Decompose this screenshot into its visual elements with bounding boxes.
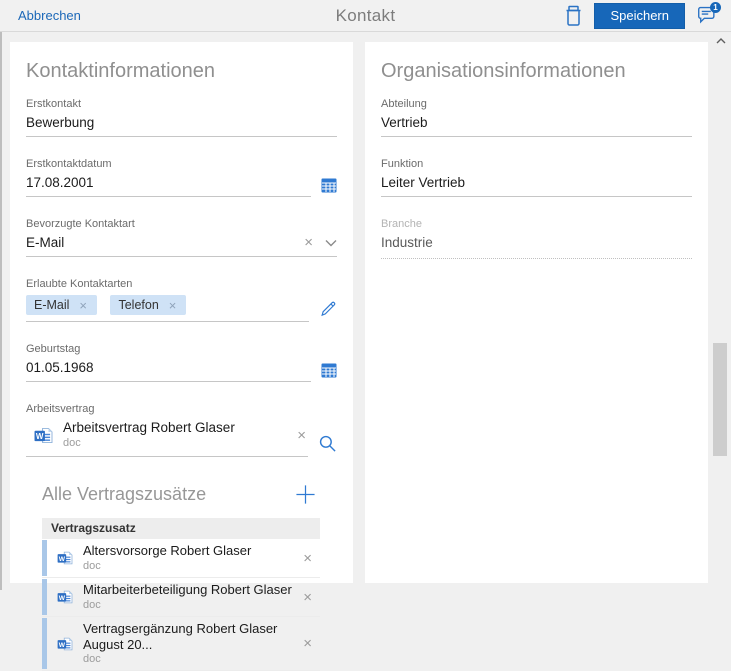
word-doc-icon: W	[57, 637, 73, 651]
field-value: 17.08.2001	[26, 175, 94, 190]
notification-badge: 1	[710, 2, 721, 13]
field-label: Branche	[381, 218, 422, 230]
table-row[interactable]: W Altersvorsorge Robert Glaser doc ×	[42, 539, 320, 579]
chip-remove-icon[interactable]: ×	[167, 299, 179, 312]
scroll-up-icon[interactable]	[716, 38, 726, 44]
cancel-button[interactable]: Abbrechen	[18, 8, 81, 23]
table-row[interactable]: W Mitarbeiterbeteiligung Robert Glaser d…	[42, 578, 320, 617]
top-bar: Abbrechen Kontakt Speichern 1	[0, 0, 731, 32]
row-type: doc	[83, 559, 101, 572]
field-value: Bewerbung	[26, 115, 95, 130]
branche-readonly-field: Industrie	[381, 233, 692, 259]
calendar-icon[interactable]	[321, 178, 337, 197]
field-value: Vertrieb	[381, 115, 428, 130]
field-arbeitsvertrag: Arbeitsvertrag W Arbeitsvertrag Robert G…	[26, 403, 337, 458]
field-label: Erstkontakt	[26, 98, 82, 110]
field-label: Erlaubte Kontaktarten	[26, 278, 133, 290]
row-title: Vertragsergänzung Robert Glaser August 2…	[83, 620, 278, 652]
field-abteilung: Abteilung Vertrieb	[381, 98, 692, 137]
table-row[interactable]: W Vertragsergänzung Robert Glaser August…	[42, 617, 320, 671]
erstkontaktdatum-input[interactable]: 17.08.2001	[26, 173, 311, 197]
vertragszusaetze-title: Alle Vertragszusätze	[42, 484, 207, 505]
field-funktion: Funktion Leiter Vertrieb	[381, 158, 692, 197]
scrollbar-thumb[interactable]	[713, 343, 727, 456]
word-doc-icon: W	[57, 551, 73, 565]
contact-info-panel: Kontaktinformationen Erstkontakt Bewerbu…	[10, 42, 353, 671]
field-label: Abteilung	[381, 98, 427, 110]
field-value: 01.05.1968	[26, 360, 94, 375]
field-erstkontaktdatum: Erstkontaktdatum 17.08.2001	[26, 158, 337, 197]
field-value: Leiter Vertrieb	[381, 175, 466, 190]
chip-remove-icon[interactable]: ×	[77, 299, 89, 312]
trash-icon[interactable]	[564, 5, 583, 26]
svg-text:W: W	[59, 595, 66, 602]
remove-row-icon[interactable]: ×	[301, 590, 314, 605]
field-erstkontakt: Erstkontakt Bewerbung	[26, 98, 337, 137]
erlaubte-kontaktarten-field[interactable]: E-Mail × Telefon ×	[26, 293, 309, 322]
remove-attachment-icon[interactable]: ×	[295, 428, 308, 443]
save-button[interactable]: Speichern	[594, 2, 685, 29]
field-label: Erstkontaktdatum	[26, 158, 112, 170]
field-value: Industrie	[381, 235, 433, 250]
row-type: doc	[83, 653, 101, 666]
contact-section-title: Kontaktinformationen	[26, 60, 216, 82]
topbar-actions: Speichern 1	[564, 2, 721, 29]
attachment-type: doc	[63, 437, 81, 450]
vertragszusaetze-section: Alle Vertragszusätze Vertragszusatz W Al…	[42, 484, 337, 671]
organisation-info-panel: Organisationsinformationen Abteilung Ver…	[365, 42, 708, 583]
clear-icon[interactable]: ×	[302, 235, 315, 250]
field-label: Arbeitsvertrag	[26, 403, 95, 415]
table-column-header: Vertragszusatz	[42, 518, 320, 540]
chip-label: E-Mail	[34, 298, 70, 312]
row-type: doc	[83, 598, 101, 611]
field-label: Funktion	[381, 158, 424, 170]
svg-text:W: W	[59, 556, 66, 563]
erstkontakt-input[interactable]: Bewerbung	[26, 113, 337, 137]
field-branche: Branche Industrie	[381, 218, 692, 259]
chip-label: Telefon	[118, 298, 159, 312]
search-icon[interactable]	[318, 434, 337, 457]
scrollbar-track[interactable]	[710, 33, 731, 590]
remove-row-icon[interactable]: ×	[301, 636, 314, 651]
attachment-title: Arbeitsvertrag Robert Glaser	[63, 420, 235, 435]
field-erlaubte-kontaktarten: Erlaubte Kontaktarten E-Mail × Telefon ×	[26, 278, 337, 322]
field-value: E-Mail	[26, 235, 65, 250]
window-edge	[0, 0, 2, 590]
field-geburtstag: Geburtstag 01.05.1968	[26, 343, 337, 382]
row-title: Altersvorsorge Robert Glaser	[83, 543, 252, 559]
svg-text:W: W	[59, 641, 66, 648]
field-bevorzugte-kontaktart: Bevorzugte Kontaktart E-Mail ×	[26, 218, 337, 257]
calendar-icon[interactable]	[321, 363, 337, 382]
field-label: Geburtstag	[26, 343, 81, 355]
geburtstag-input[interactable]: 01.05.1968	[26, 358, 311, 382]
remove-row-icon[interactable]: ×	[301, 551, 314, 566]
field-label: Bevorzugte Kontaktart	[26, 218, 135, 230]
svg-text:W: W	[36, 432, 44, 441]
vertragszusatz-table: Vertragszusatz W Altersvorsorge Robert G…	[42, 518, 320, 671]
word-doc-icon: W	[34, 427, 53, 444]
arbeitsvertrag-attachment[interactable]: W Arbeitsvertrag Robert Glaser doc ×	[26, 418, 308, 458]
chip-email[interactable]: E-Mail ×	[26, 295, 98, 315]
organisation-section-title: Organisationsinformationen	[381, 60, 626, 82]
notes-button[interactable]: 1	[696, 2, 721, 25]
chip-telefon[interactable]: Telefon ×	[110, 295, 187, 315]
funktion-input[interactable]: Leiter Vertrieb	[381, 173, 692, 197]
chevron-down-icon[interactable]	[325, 239, 337, 247]
pencil-icon[interactable]	[319, 300, 337, 322]
bevorzugte-kontaktart-select[interactable]: E-Mail ×	[26, 233, 337, 257]
word-doc-icon: W	[57, 590, 73, 604]
add-icon[interactable]	[295, 484, 316, 505]
abteilung-input[interactable]: Vertrieb	[381, 113, 692, 137]
